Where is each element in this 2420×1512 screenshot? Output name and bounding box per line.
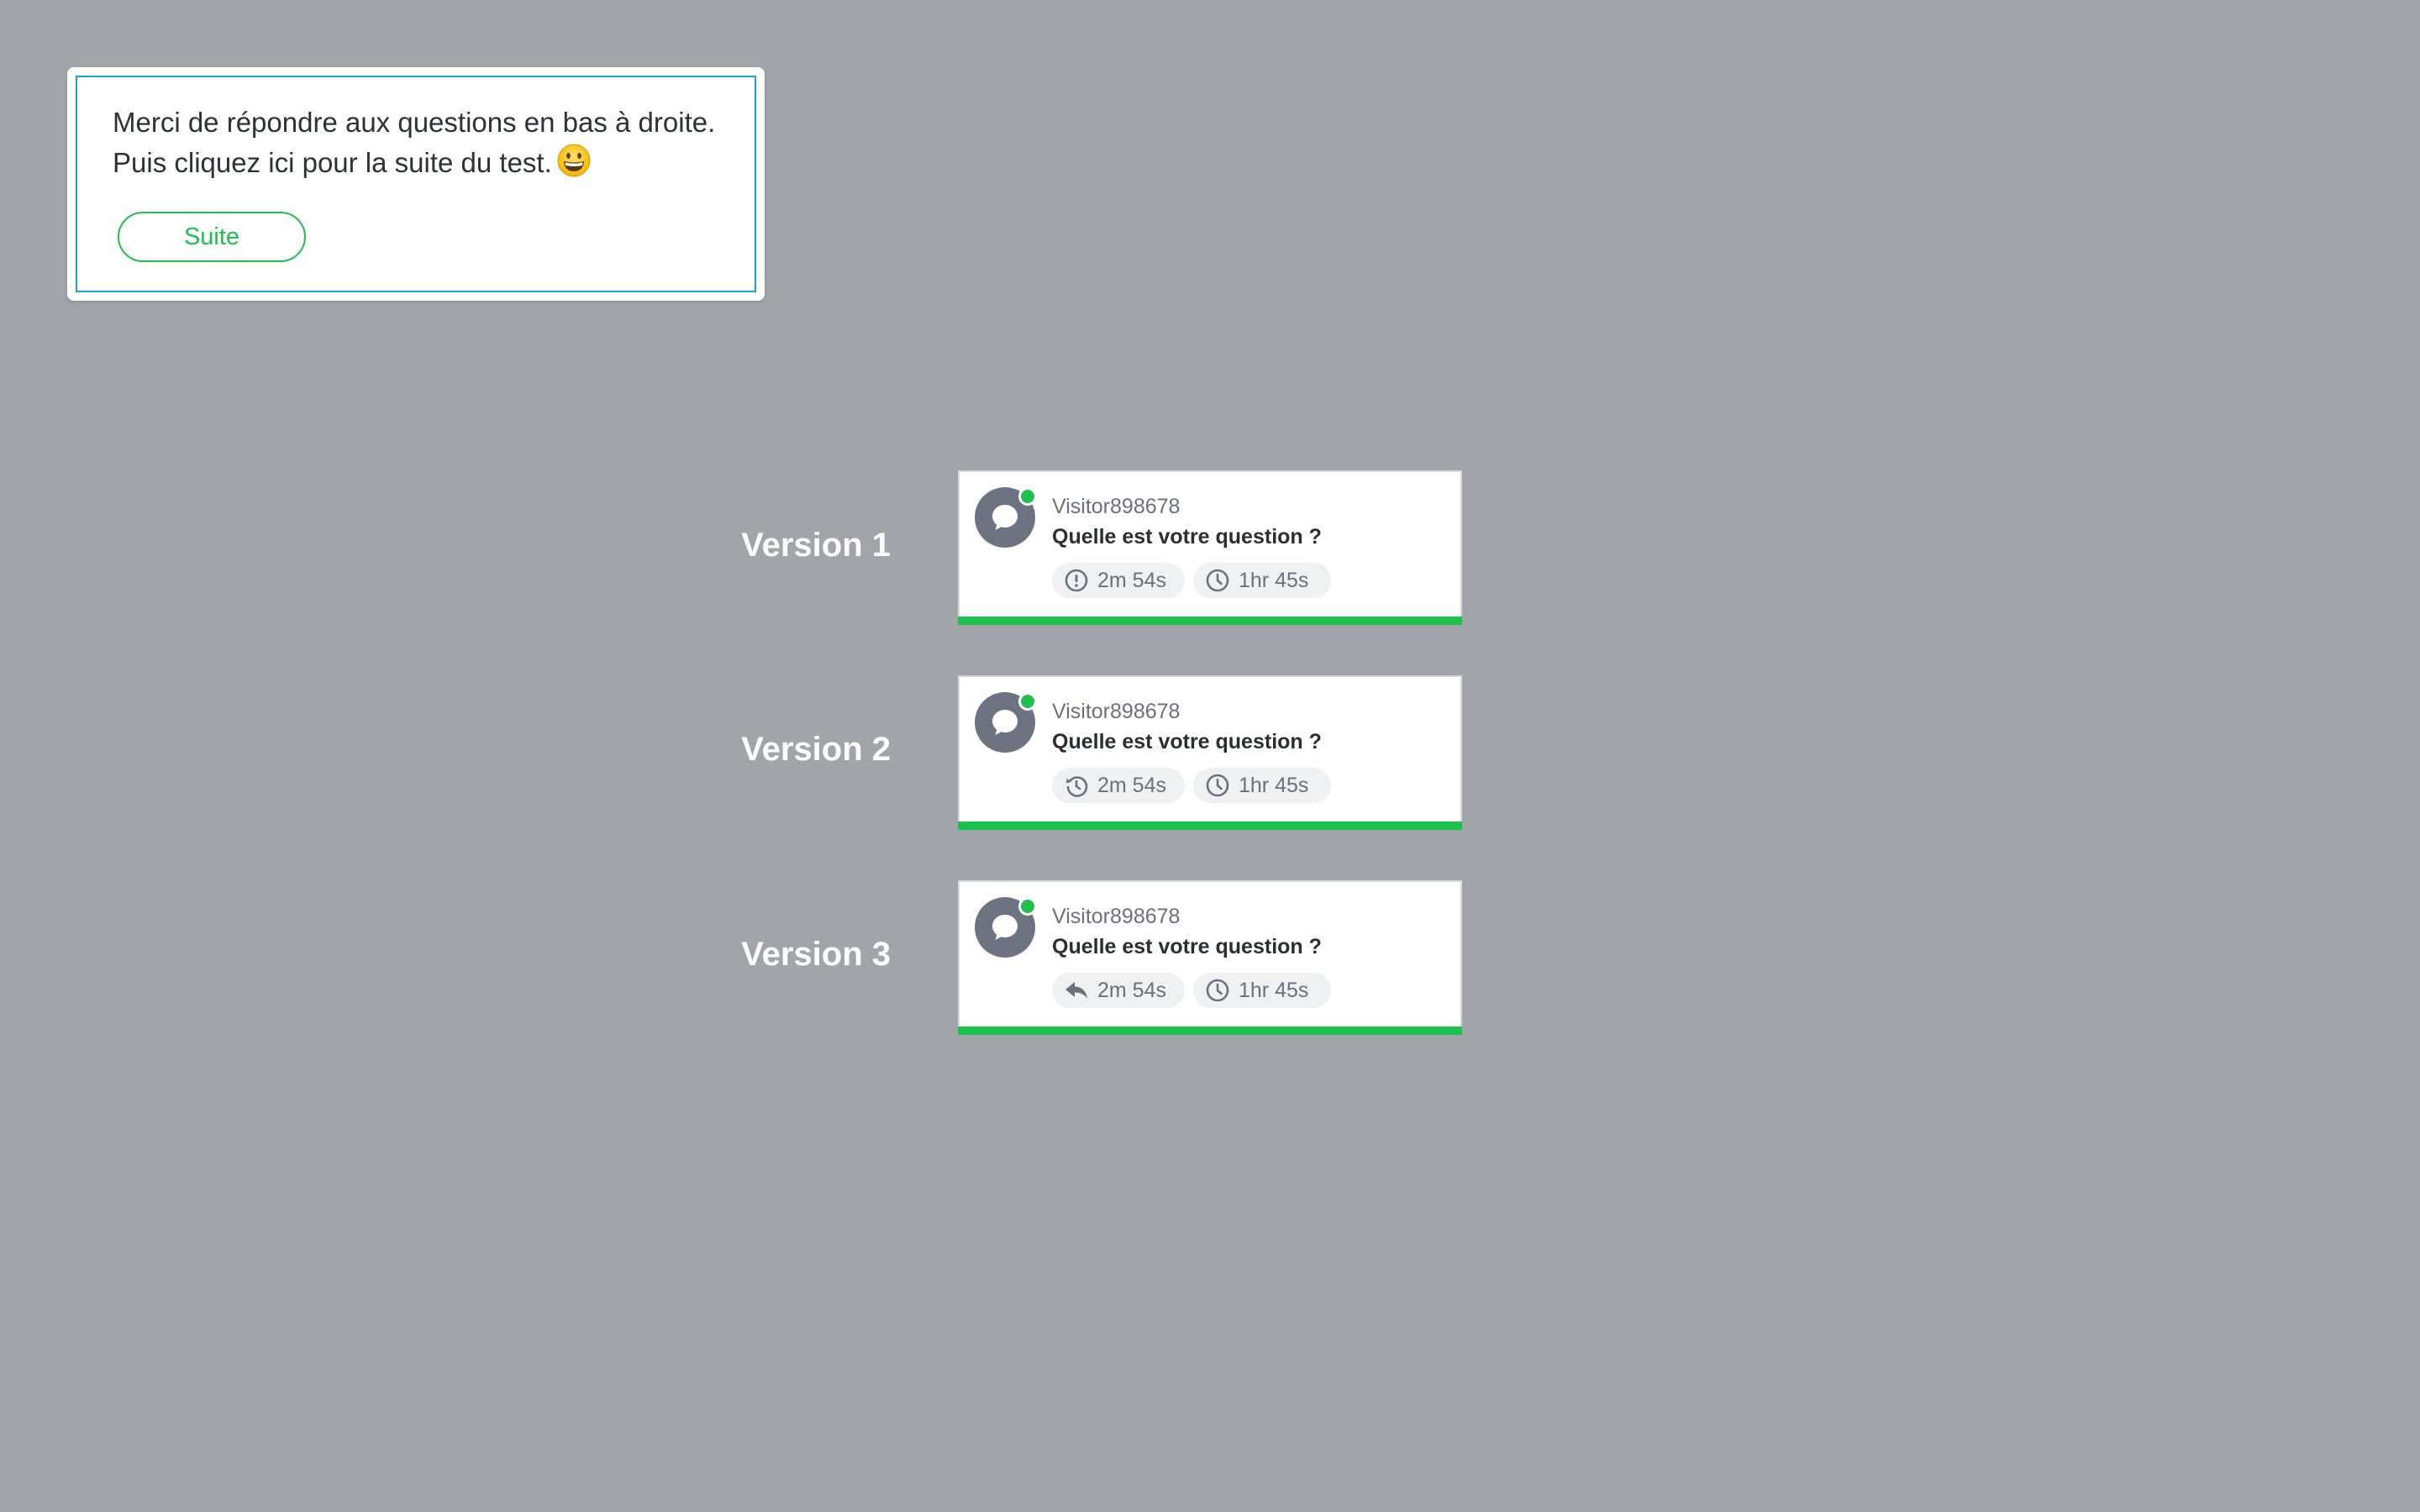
duration-value: 1hr 45s xyxy=(1239,978,1309,1002)
visitor-question: Quelle est votre question ? xyxy=(1052,935,1322,958)
avatar xyxy=(975,897,1037,958)
online-status-dot xyxy=(1018,897,1037,916)
visitor-name: Visitor898678 xyxy=(1052,495,1181,518)
instruction-popup: Merci de répondre aux questions en bas à… xyxy=(67,67,765,301)
alert-circle-icon xyxy=(1065,569,1088,592)
avatar xyxy=(975,487,1037,548)
version-label: Version 2 xyxy=(741,731,891,768)
duration-badge: 1hr 45s xyxy=(1193,973,1331,1008)
duration-value: 1hr 45s xyxy=(1239,568,1309,592)
duration-badge: 1hr 45s xyxy=(1193,768,1331,803)
online-status-dot xyxy=(1018,487,1037,506)
chat-card-version-1[interactable]: Visitor898678 Quelle est votre question … xyxy=(958,470,1462,625)
version-label: Version 3 xyxy=(741,936,891,973)
next-button[interactable]: Suite xyxy=(118,212,306,262)
instruction-popup-frame: Merci de répondre aux questions en bas à… xyxy=(76,76,756,292)
card-status-bar xyxy=(958,1026,1462,1035)
duration-badge: 1hr 45s xyxy=(1193,563,1331,598)
visitor-question: Quelle est votre question ? xyxy=(1052,730,1322,753)
wait-time-badge: 2m 54s xyxy=(1052,563,1185,598)
visitor-name: Visitor898678 xyxy=(1052,700,1181,723)
clock-icon xyxy=(1206,569,1229,592)
card-status-bar xyxy=(958,822,1462,830)
visitor-question: Quelle est votre question ? xyxy=(1052,525,1322,549)
avatar xyxy=(975,692,1037,753)
wait-time-value: 2m 54s xyxy=(1097,978,1166,1002)
wait-time-value: 2m 54s xyxy=(1097,568,1166,592)
chat-card-version-3[interactable]: Visitor898678 Quelle est votre question … xyxy=(958,880,1462,1035)
grinning-face-emoji-icon xyxy=(557,144,591,177)
online-status-dot xyxy=(1018,692,1037,711)
wait-time-badge: 2m 54s xyxy=(1052,768,1185,803)
visitor-name: Visitor898678 xyxy=(1052,905,1181,928)
instruction-text: Merci de répondre aux questions en bas à… xyxy=(113,102,734,183)
clock-icon xyxy=(1206,774,1229,797)
version-label: Version 1 xyxy=(741,527,891,564)
wait-time-value: 2m 54s xyxy=(1097,773,1166,797)
chat-bubble-icon xyxy=(992,915,1018,940)
duration-value: 1hr 45s xyxy=(1239,773,1309,797)
history-icon xyxy=(1066,776,1088,797)
wait-time-badge: 2m 54s xyxy=(1052,973,1185,1008)
chat-card-version-2[interactable]: Visitor898678 Quelle est votre question … xyxy=(958,675,1462,830)
clock-icon xyxy=(1206,979,1229,1002)
instruction-message: Merci de répondre aux questions en bas à… xyxy=(113,107,716,178)
chat-bubble-icon xyxy=(992,505,1018,530)
chat-bubble-icon xyxy=(992,710,1018,735)
card-status-bar xyxy=(958,617,1462,625)
reply-icon xyxy=(1065,982,1087,999)
